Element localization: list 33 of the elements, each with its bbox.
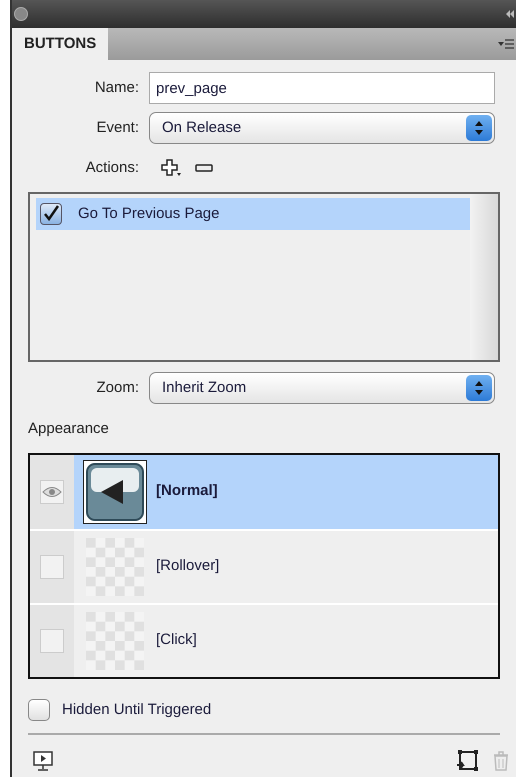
visibility-toggle[interactable] [40,628,64,652]
convert-to-button-icon[interactable] [456,749,480,773]
hidden-checkbox[interactable] [28,698,50,721]
dropdown[interactable]: On Release [149,112,495,144]
section-title: Appearance [28,419,110,439]
remove-action-icon[interactable] [195,164,213,172]
stepper-icon [466,375,492,401]
field-label: Zoom: [95,378,140,398]
preview-icon[interactable] [32,750,54,772]
appearance-row[interactable]: [Rollover] [30,528,498,602]
add-action-icon[interactable] [161,158,183,178]
state-label: [Normal] [156,481,218,502]
name-field[interactable]: prev_page [149,72,495,104]
panel-tab[interactable]: BUTTONS [12,28,108,60]
dropdown[interactable]: Inherit Zoom [149,372,495,404]
panel-menu-icon[interactable] [498,38,514,50]
state-label: [Rollover] [156,556,220,576]
action-checkbox[interactable] [40,203,62,225]
field-label: Actions: [84,158,140,178]
field-label: Name: [94,78,140,98]
stepper-icon [466,115,492,141]
field-label: Event: [95,118,140,138]
button-thumbnail [83,460,147,524]
appearance-row[interactable]: [Normal] [30,454,498,528]
action-item[interactable]: Go To Previous Page [36,198,470,230]
collapse-icon[interactable] [506,9,514,19]
state-label: [Click] [156,630,197,650]
eye-icon[interactable] [40,480,64,504]
appearance-row[interactable]: [Click] [30,602,498,676]
visibility-toggle[interactable] [40,554,64,578]
close-icon[interactable] [14,7,28,21]
checkbox-label: Hidden Until Triggered [62,700,212,720]
action-label: Go To Previous Page [78,204,220,224]
